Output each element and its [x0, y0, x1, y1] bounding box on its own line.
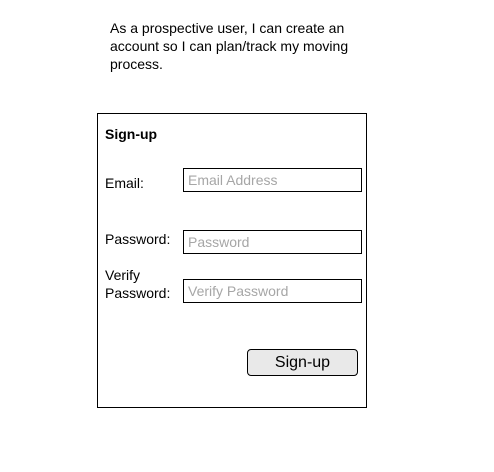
- password-label: Password:: [105, 231, 171, 247]
- signup-form: Sign-up Email: Password: Verify Password…: [97, 113, 367, 408]
- email-label: Email:: [105, 175, 144, 191]
- verify-password-label: Verify Password:: [105, 267, 171, 301]
- form-title: Sign-up: [105, 126, 158, 142]
- verify-password-field[interactable]: [183, 279, 362, 303]
- user-story-text: As a prospective user, I can create an a…: [110, 20, 349, 72]
- signup-button[interactable]: Sign-up: [247, 349, 358, 376]
- email-field[interactable]: [183, 168, 362, 192]
- password-field[interactable]: [183, 230, 362, 254]
